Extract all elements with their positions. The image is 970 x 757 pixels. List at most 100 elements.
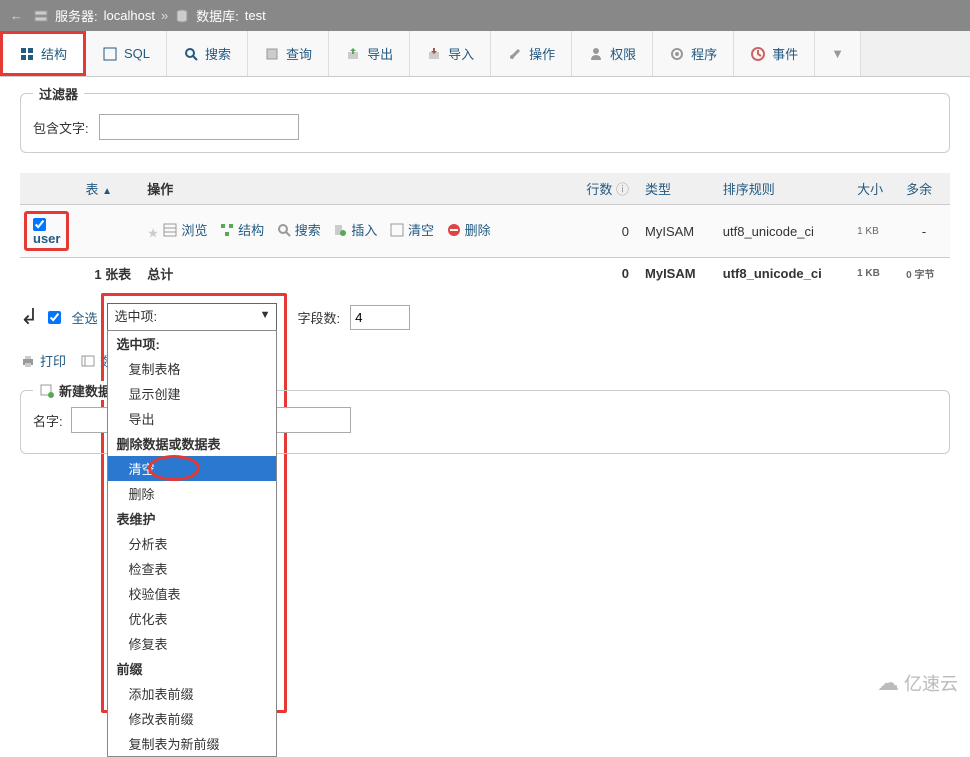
col-type[interactable]: 类型 — [637, 173, 715, 205]
check-all-link[interactable]: 全选 — [71, 308, 97, 327]
structure-icon — [19, 46, 35, 62]
sql-icon — [102, 46, 118, 62]
dropdown-item[interactable]: 校验值表 — [108, 581, 276, 606]
dropdown-item[interactable]: 检查表 — [108, 556, 276, 581]
dropdown-item[interactable]: 导出 — [108, 406, 276, 431]
dropdown-item[interactable]: 删除 — [108, 481, 276, 506]
tab-label: 导出 — [367, 44, 393, 63]
tab-label: 导入 — [448, 44, 474, 63]
cols-input-inline[interactable] — [350, 305, 410, 330]
name-label: 名字: — [33, 411, 63, 430]
print-button[interactable]: 打印 — [20, 351, 66, 370]
bulk-select[interactable]: 选中项: ▼ — [107, 303, 277, 331]
cols-label-inline: 字段数: — [297, 308, 340, 327]
export-icon — [345, 46, 361, 62]
filter-box: 过滤器 包含文字: — [20, 93, 950, 153]
tab-operations[interactable]: 操作 — [491, 31, 572, 76]
drop-action[interactable]: 删除 — [446, 220, 491, 239]
insert-action[interactable]: 插入 — [332, 220, 377, 239]
search-action[interactable]: 搜索 — [276, 220, 321, 239]
col-overhead[interactable]: 多余 — [898, 173, 950, 205]
dropdown-item[interactable]: 优化表 — [108, 606, 276, 631]
tab-routines[interactable]: 程序 — [653, 31, 734, 76]
summary-size: 1 KB — [849, 258, 898, 290]
tab-label: 结构 — [41, 44, 67, 63]
tab-label: 搜索 — [205, 44, 231, 63]
tab-label: 权限 — [610, 44, 636, 63]
check-all-box[interactable] — [48, 311, 61, 324]
col-table[interactable]: 表 ▲ — [77, 173, 139, 205]
privileges-icon — [588, 46, 604, 62]
row-type: MyISAM — [637, 205, 715, 258]
watermark: ☁ 亿速云 — [877, 670, 958, 696]
tab-sql[interactable]: SQL — [86, 31, 167, 76]
chevron-down-icon: ▼ — [260, 309, 271, 321]
back-arrow[interactable]: ← — [10, 8, 23, 23]
row-size: 1 KB — [849, 205, 898, 258]
tab-events[interactable]: 事件 — [734, 31, 815, 76]
table-row: user ★ 浏览 结构 搜索 插入 清空 删除 0 MyISAM utf8_u… — [20, 205, 950, 258]
dropdown-item[interactable]: 修改表前缀 — [108, 706, 276, 731]
bulk-actions: ↳ 全选 选中项: ▼ 选中项:复制表格显示创建导出删除数据或数据表清空删除表维… — [20, 303, 950, 331]
tables-list: 表 ▲ 操作 行数 ⓘ 类型 排序规则 大小 多余 user ★ — [20, 173, 950, 289]
col-size[interactable]: 大小 — [849, 173, 898, 205]
row-count: 0 — [569, 205, 638, 258]
dropdown-header: 选中项: — [108, 331, 276, 356]
col-rows[interactable]: 行数 ⓘ — [569, 173, 638, 205]
col-collation[interactable]: 排序规则 — [715, 173, 849, 205]
row-overhead: - — [898, 205, 950, 258]
table-name-link[interactable]: user — [33, 231, 60, 246]
server-link[interactable]: localhost — [104, 8, 155, 23]
database-icon — [174, 8, 190, 24]
contains-label: 包含文字: — [33, 118, 89, 137]
row-checkbox[interactable] — [33, 218, 46, 231]
tab-query[interactable]: 查询 — [248, 31, 329, 76]
summary-count: 1 张表 — [77, 258, 139, 290]
dropdown-item[interactable]: 复制表为新前缀 — [108, 731, 276, 756]
bulk-dropdown: 选中项:复制表格显示创建导出删除数据或数据表清空删除表维护分析表检查表校验值表优… — [107, 330, 277, 757]
summary-rows: 0 — [569, 258, 638, 290]
db-link[interactable]: test — [245, 8, 266, 23]
filter-input[interactable] — [99, 114, 299, 140]
filter-legend: 过滤器 — [33, 84, 84, 103]
operations-icon — [507, 46, 523, 62]
tab-privileges[interactable]: 权限 — [572, 31, 653, 76]
tab-label: 程序 — [691, 44, 717, 63]
routines-icon — [669, 46, 685, 62]
import-icon — [426, 46, 442, 62]
server-icon — [33, 8, 49, 24]
dropdown-header: 表维护 — [108, 506, 276, 531]
dropdown-item[interactable]: 显示创建 — [108, 381, 276, 406]
row-collation: utf8_unicode_ci — [715, 205, 849, 258]
structure-action[interactable]: 结构 — [219, 220, 264, 239]
query-icon — [264, 46, 280, 62]
dropdown-header: 删除数据或数据表 — [108, 431, 276, 456]
search-icon — [183, 46, 199, 62]
print-icon — [20, 353, 36, 369]
dropdown-item[interactable]: 添加表前缀 — [108, 681, 276, 706]
tab-export[interactable]: 导出 — [329, 31, 410, 76]
summary-label: 总计 — [139, 258, 568, 290]
events-icon — [750, 46, 766, 62]
dropdown-item[interactable]: 清空 — [108, 456, 276, 481]
tab-structure[interactable]: 结构 — [0, 31, 86, 76]
tab-more[interactable]: ▼ — [815, 31, 861, 76]
browse-action[interactable]: 浏览 — [162, 220, 207, 239]
arrow-indicator: ↳ — [20, 304, 38, 330]
tab-search[interactable]: 搜索 — [167, 31, 248, 76]
dropdown-item[interactable]: 分析表 — [108, 531, 276, 556]
table-icon — [162, 222, 178, 238]
newtable-icon — [39, 383, 55, 399]
separator: » — [161, 8, 168, 23]
star-icon[interactable]: ★ — [147, 226, 159, 241]
summary-overhead: 0 字节 — [898, 258, 950, 290]
dropdown-item[interactable]: 修复表 — [108, 631, 276, 656]
tab-import[interactable]: 导入 — [410, 31, 491, 76]
tab-label: 查询 — [286, 44, 312, 63]
empty-action[interactable]: 清空 — [389, 220, 434, 239]
dropdown-header: 前缀 — [108, 656, 276, 681]
dropdown-item[interactable]: 复制表格 — [108, 356, 276, 381]
col-actions: 操作 — [139, 173, 568, 205]
empty-icon — [389, 222, 405, 238]
drop-icon — [446, 222, 462, 238]
